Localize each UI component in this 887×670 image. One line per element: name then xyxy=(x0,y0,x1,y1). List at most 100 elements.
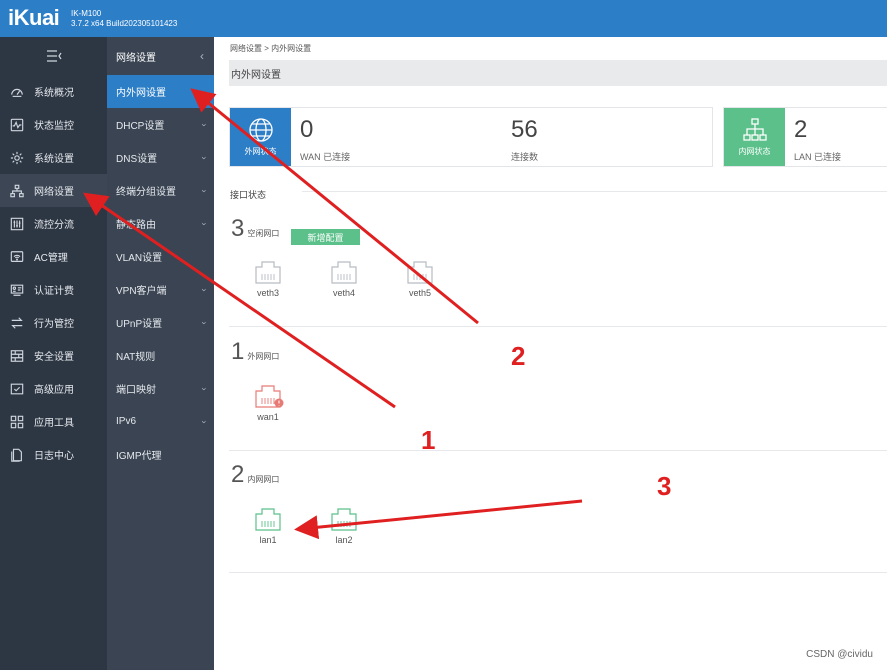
sidebar-item-ac[interactable]: AC管理 xyxy=(0,240,107,273)
port-name: veth4 xyxy=(332,288,356,298)
sidebar-item-label: AC管理 xyxy=(34,253,68,264)
wan-status-label: 外网状态 xyxy=(244,147,277,156)
connection-count-label: 连接数 xyxy=(511,152,539,162)
subnav-item-label: 静态路由 xyxy=(116,220,156,231)
idle-ports-count: 3 xyxy=(231,215,245,242)
subnav-item-ipv6[interactable]: IPv6 › xyxy=(107,405,214,438)
lan-topology-icon xyxy=(742,118,767,141)
port-veth4[interactable]: veth4 xyxy=(318,259,370,298)
port-lan1[interactable]: lan1 xyxy=(242,506,294,545)
sidebar-item-label: 状态监控 xyxy=(34,121,74,132)
subnav-item-terminal-group[interactable]: 终端分组设置 › xyxy=(107,174,214,207)
ethernet-port-connected-icon xyxy=(331,508,357,531)
ikuai-logo: iKuai xyxy=(8,5,60,30)
model-name: IK-M100 xyxy=(71,9,102,18)
sidebar-item-label: 日志中心 xyxy=(34,451,74,462)
subnav-item-static-route[interactable]: 静态路由 › xyxy=(107,207,214,240)
wifi-icon xyxy=(0,250,34,264)
ethernet-port-icon xyxy=(407,261,433,284)
gear-icon xyxy=(0,151,34,165)
subnav-item-label: DNS设置 xyxy=(116,154,158,165)
chevron-down-icon: › xyxy=(199,189,210,192)
sidebar-item-system[interactable]: 系统设置 xyxy=(0,141,107,174)
collapse-chevron-icon[interactable]: ‹ xyxy=(200,49,204,63)
subnav-item-dns[interactable]: DNS设置 › xyxy=(107,141,214,174)
sidebar-item-behavior[interactable]: 行为管控 xyxy=(0,306,107,339)
lan-status-card: 内网状态 2 LAN 已连接 xyxy=(723,107,887,167)
port-wan1[interactable]: wan1 xyxy=(242,383,294,422)
divider xyxy=(229,326,887,327)
chevron-down-icon: › xyxy=(199,321,210,324)
subnav-item-label: IPv6 xyxy=(116,416,137,427)
chevron-down-icon: › xyxy=(199,222,210,225)
subnav-title: 网络设置 xyxy=(116,52,156,64)
chevron-down-icon: › xyxy=(199,420,210,423)
divider xyxy=(229,450,887,451)
add-config-button[interactable]: 新增配置 xyxy=(291,229,360,245)
port-lan2[interactable]: lan2 xyxy=(318,506,370,545)
subnav-item-dhcp[interactable]: DHCP设置 › xyxy=(107,108,214,141)
model-info: IK-M100 3.7.2 x64 Build202305101423 xyxy=(71,9,177,29)
sidebar-item-logs[interactable]: 日志中心 xyxy=(0,438,107,471)
divider xyxy=(302,191,887,192)
connection-count: 56 xyxy=(511,116,538,143)
wan-status-tile[interactable]: 外网状态 xyxy=(230,108,291,166)
sidebar-item-security[interactable]: 安全设置 xyxy=(0,339,107,372)
wan-ports-label: 外网网口 xyxy=(247,352,280,361)
top-bar: iKuai IK-M100 3.7.2 x64 Build20230510142… xyxy=(0,0,887,37)
idle-ports-heading: 3 空闲网口 xyxy=(231,215,279,243)
port-name: veth3 xyxy=(256,288,280,298)
subnav-item-upnp[interactable]: UPnP设置 › xyxy=(107,306,214,339)
subnav-item-label: 终端分组设置 xyxy=(116,187,176,198)
subnav-item-port-mapping[interactable]: 端口映射 › xyxy=(107,372,214,405)
chevron-down-icon: › xyxy=(199,288,210,291)
sidebar-item-advanced[interactable]: 高级应用 xyxy=(0,372,107,405)
sidebar-item-label: 安全设置 xyxy=(34,352,74,363)
id-card-icon xyxy=(0,283,34,297)
interface-status-heading: 接口状态 xyxy=(230,190,267,200)
chevron-down-icon: › xyxy=(199,387,210,390)
sliders-icon xyxy=(0,217,34,231)
annotation-number-2: 2 xyxy=(511,341,526,371)
menu-collapse-icon[interactable] xyxy=(0,37,107,75)
sidebar-item-network[interactable]: 网络设置 xyxy=(0,174,107,207)
port-name: lan1 xyxy=(259,535,277,545)
sidebar-item-flow[interactable]: 流控分流 xyxy=(0,207,107,240)
ethernet-port-icon xyxy=(255,261,281,284)
port-veth5[interactable]: veth5 xyxy=(394,259,446,298)
sidebar-item-tools[interactable]: 应用工具 xyxy=(0,405,107,438)
firewall-icon xyxy=(0,349,34,363)
idle-ports-label: 空闲网口 xyxy=(247,229,280,238)
annotation-number-1: 1 xyxy=(421,425,436,455)
page-title-text: 内外网设置 xyxy=(231,69,281,81)
sidebar-item-label: 行为管控 xyxy=(34,319,74,330)
sidebar-item-label: 认证计费 xyxy=(34,286,74,297)
subnav-item-vpn[interactable]: VPN客户端 › xyxy=(107,273,214,306)
main-content: 网络设置 > 内外网设置 内外网设置 外网状态 0 WAN 已连接 56 连接数… xyxy=(214,37,887,670)
subnav-item-nat[interactable]: NAT规则 xyxy=(107,339,214,372)
network-icon xyxy=(0,184,34,198)
breadcrumb: 网络设置 > 内外网设置 xyxy=(230,44,312,53)
pulse-icon xyxy=(0,118,34,132)
sidebar-item-overview[interactable]: 系统概况 xyxy=(0,75,107,108)
lan-status-tile[interactable]: 内网状态 xyxy=(724,108,785,166)
network-subnav: 网络设置 ‹ 内外网设置 DHCP设置 › DNS设置 › 终端分组设置 › 静态路由… xyxy=(107,37,214,670)
subnav-item-igmp[interactable]: IGMP代理 xyxy=(107,438,214,471)
sidebar-item-label: 应用工具 xyxy=(34,418,74,429)
sidebar-item-monitor[interactable]: 状态监控 xyxy=(0,108,107,141)
port-name: wan1 xyxy=(257,412,279,422)
subnav-item-vlan[interactable]: VLAN设置 xyxy=(107,240,214,273)
sidebar-item-label: 系统概况 xyxy=(34,88,74,99)
globe-icon xyxy=(248,118,273,142)
main-sidebar: 系统概况 状态监控 系统设置 网络设置 流控分流 AC管理 认证计费 行为管控 … xyxy=(0,37,107,670)
subnav-item-label: 端口映射 xyxy=(116,385,156,396)
subnav-item-wan-lan[interactable]: 内外网设置 xyxy=(107,75,214,108)
lan-connected-label: LAN 已连接 xyxy=(794,152,842,162)
lan-ports-label: 内网网口 xyxy=(247,475,280,484)
sidebar-item-label: 系统设置 xyxy=(34,154,74,165)
subnav-item-label: UPnP设置 xyxy=(116,319,163,330)
gauge-icon xyxy=(0,85,34,99)
sidebar-item-auth[interactable]: 认证计费 xyxy=(0,273,107,306)
port-veth3[interactable]: veth3 xyxy=(242,259,294,298)
subnav-item-label: DHCP设置 xyxy=(116,121,165,132)
